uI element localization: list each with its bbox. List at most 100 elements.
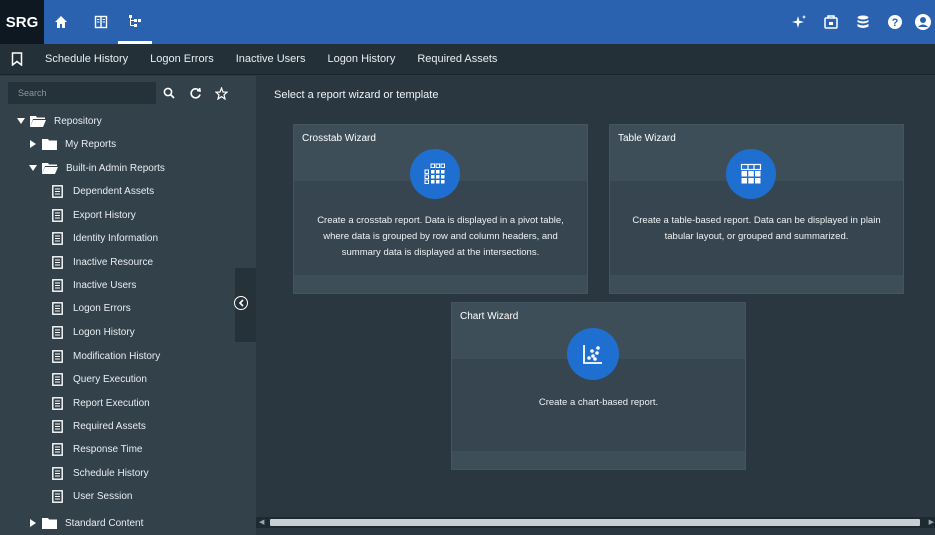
tab-logon-history[interactable]: Logon History bbox=[316, 44, 406, 75]
wizard-panel: Select a report wizard or template Cross… bbox=[256, 76, 935, 535]
package-icon[interactable] bbox=[815, 0, 847, 44]
report-icon bbox=[52, 419, 63, 433]
card-description: Create a chart-based report. bbox=[538, 397, 659, 408]
page-title: Select a report wizard or template bbox=[274, 89, 439, 101]
app-root: SRG ? Schedule History Logon Errors Inac… bbox=[0, 0, 935, 535]
tree-icon[interactable] bbox=[118, 0, 152, 44]
user-icon[interactable] bbox=[911, 0, 935, 44]
report-label: Dependent Assets bbox=[73, 185, 155, 197]
folder-open-icon bbox=[30, 115, 46, 127]
folder-icon bbox=[42, 517, 57, 529]
tree-label: My Reports bbox=[65, 138, 117, 150]
tab-logon-errors[interactable]: Logon Errors bbox=[139, 44, 225, 75]
card-title: Chart Wizard bbox=[460, 311, 519, 322]
tree-node-repository[interactable]: Repository bbox=[16, 111, 102, 131]
report-icon bbox=[52, 278, 63, 292]
card-footer-band bbox=[294, 275, 587, 293]
sparkle-icon[interactable] bbox=[783, 0, 815, 44]
report-item[interactable]: Identity Information bbox=[52, 228, 158, 248]
report-item[interactable]: Export History bbox=[52, 205, 136, 225]
report-icon bbox=[52, 372, 63, 386]
table-wizard-card[interactable]: Table Wizard Create a table-based report… bbox=[609, 124, 904, 294]
star-icon[interactable] bbox=[208, 82, 234, 104]
card-description: Create a table-based report. Data can be… bbox=[632, 215, 881, 242]
scroll-left-icon[interactable]: ◀ bbox=[259, 517, 264, 528]
recent-tabs-bar: Schedule History Logon Errors Inactive U… bbox=[0, 44, 935, 75]
tree-node-builtin-admin-reports[interactable]: Built-in Admin Reports bbox=[28, 158, 165, 178]
caret-down-icon[interactable] bbox=[16, 118, 26, 124]
caret-down-icon[interactable] bbox=[28, 165, 38, 171]
report-icon bbox=[52, 325, 63, 339]
scatter-chart-icon bbox=[567, 328, 619, 380]
home-icon[interactable] bbox=[44, 0, 78, 44]
report-item[interactable]: Schedule History bbox=[52, 463, 149, 483]
bookmark-icon[interactable] bbox=[0, 44, 34, 75]
report-icon bbox=[52, 231, 63, 245]
report-label: Logon History bbox=[73, 326, 135, 338]
report-icon bbox=[52, 208, 63, 222]
report-item[interactable]: Logon Errors bbox=[52, 298, 131, 318]
report-icon bbox=[52, 489, 63, 503]
tab-schedule-history[interactable]: Schedule History bbox=[34, 44, 139, 75]
card-title: Table Wizard bbox=[618, 133, 676, 144]
caret-right-icon[interactable] bbox=[28, 519, 38, 527]
tree-label: Standard Content bbox=[65, 517, 144, 529]
grid-icon bbox=[410, 149, 460, 199]
card-footer-band bbox=[610, 275, 903, 293]
top-bar: SRG ? bbox=[0, 0, 935, 44]
report-item[interactable]: User Session bbox=[52, 486, 132, 506]
report-label: Identity Information bbox=[73, 232, 159, 244]
tree-node-standard-content[interactable]: Standard Content bbox=[28, 513, 143, 533]
help-icon[interactable]: ? bbox=[879, 0, 911, 44]
report-icon bbox=[52, 466, 63, 480]
report-label: Response Time bbox=[73, 443, 143, 455]
report-label: Report Execution bbox=[73, 397, 150, 409]
table-icon bbox=[726, 149, 776, 199]
crosstab-wizard-card[interactable]: Crosstab Wizard Create a crosstab report… bbox=[293, 124, 588, 294]
report-icon bbox=[52, 442, 63, 456]
scrollbar-thumb[interactable] bbox=[270, 519, 920, 526]
card-title: Crosstab Wizard bbox=[302, 133, 376, 144]
tab-required-assets[interactable]: Required Assets bbox=[406, 44, 508, 75]
tree-node-my-reports[interactable]: My Reports bbox=[28, 134, 116, 154]
app-logo: SRG bbox=[0, 0, 44, 44]
refresh-icon[interactable] bbox=[182, 82, 208, 104]
collapse-sidebar-icon[interactable] bbox=[234, 296, 248, 310]
report-label: Modification History bbox=[73, 350, 161, 362]
chart-wizard-card[interactable]: Chart Wizard Create a chart-based report… bbox=[451, 302, 746, 470]
tree-label: Repository bbox=[54, 115, 102, 127]
report-icon bbox=[52, 349, 63, 363]
caret-right-icon[interactable] bbox=[28, 140, 38, 148]
folder-open-icon bbox=[42, 162, 58, 174]
report-label: Query Execution bbox=[73, 373, 147, 385]
search-icon[interactable] bbox=[156, 82, 182, 104]
report-item[interactable]: Required Assets bbox=[52, 416, 146, 436]
tab-inactive-users[interactable]: Inactive Users bbox=[225, 44, 317, 75]
report-item[interactable]: Inactive Resource bbox=[52, 252, 153, 272]
report-label: Inactive Resource bbox=[73, 256, 154, 268]
report-label: Logon Errors bbox=[73, 302, 131, 314]
top-right-toolbar: ? bbox=[783, 0, 935, 44]
database-icon[interactable] bbox=[847, 0, 879, 44]
folder-icon bbox=[42, 138, 57, 150]
report-icon bbox=[52, 184, 63, 198]
report-label: User Session bbox=[73, 490, 133, 502]
repository-sidebar: Repository My Reports Built-in Admin Rep… bbox=[0, 76, 256, 535]
report-item[interactable]: Logon History bbox=[52, 322, 135, 342]
book-icon[interactable] bbox=[84, 0, 118, 44]
report-item[interactable]: Response Time bbox=[52, 439, 142, 459]
report-item[interactable]: Dependent Assets bbox=[52, 181, 154, 201]
search-input[interactable] bbox=[8, 82, 156, 104]
report-label: Schedule History bbox=[73, 467, 149, 479]
report-item[interactable]: Query Execution bbox=[52, 369, 147, 389]
report-icon bbox=[52, 396, 63, 410]
report-item[interactable]: Inactive Users bbox=[52, 275, 136, 295]
card-description: Create a crosstab report. Data is displa… bbox=[317, 215, 564, 258]
report-item[interactable]: Report Execution bbox=[52, 393, 150, 413]
card-footer-band bbox=[452, 451, 745, 469]
report-item[interactable]: Modification History bbox=[52, 346, 160, 366]
scroll-right-icon[interactable]: ▶ bbox=[929, 517, 934, 528]
horizontal-scrollbar[interactable]: ◀ ▶ bbox=[256, 517, 935, 528]
svg-text:?: ? bbox=[892, 17, 899, 29]
report-icon bbox=[52, 255, 63, 269]
